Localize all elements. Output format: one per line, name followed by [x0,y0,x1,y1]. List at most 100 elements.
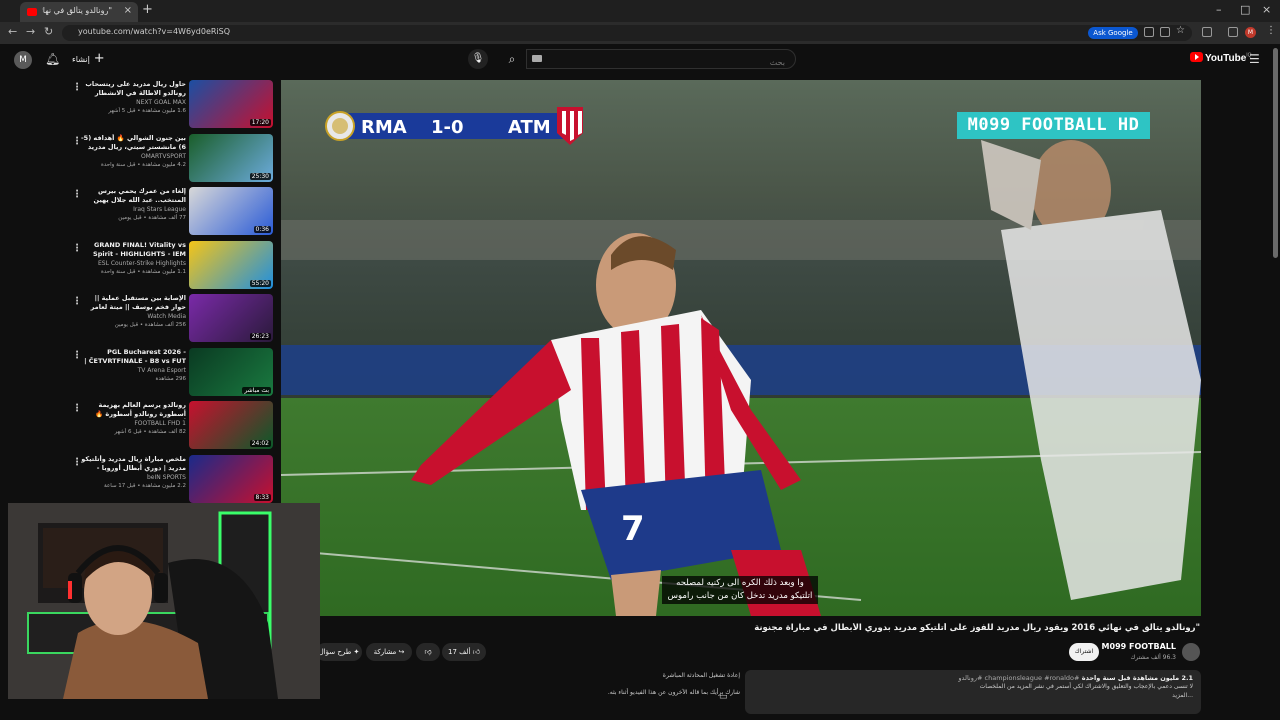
translate-icon[interactable] [1144,27,1154,37]
search-input[interactable] [527,53,795,72]
cast-icon[interactable] [1160,27,1170,37]
profile-avatar[interactable]: M [1245,27,1256,38]
keyboard-icon[interactable] [532,55,542,62]
home-team: RMA [361,117,407,138]
new-tab-icon[interactable]: + [142,2,153,17]
duration-badge: 0:36 [253,226,271,233]
recommendation-item[interactable]: ⋮ الإصابة بين مستقبل عملية || حوار فخم يو… [66,294,276,344]
recommendation-channel[interactable]: FOOTBALL FHD 1 [80,419,186,428]
recommendation-thumbnail[interactable]: 17:20 [189,80,273,128]
recommendation-item[interactable]: ⋮ بين جنون الشوالي 🔥 أهدافه (5-6) مانشستر… [66,133,276,184]
channel-avatar[interactable] [1182,643,1200,661]
youtube-favicon-icon [27,8,37,16]
share-icon: ↪ [398,648,405,656]
recommendation-meta: 77 ألف مشاهدة • قبل يومين [118,215,186,221]
recommendation-channel[interactable]: OMARTVSPORT [80,152,186,161]
recommendation-title[interactable]: رونالدو يرسم العالم بهزيمة أسطورة رونالد… [80,401,186,419]
recommendation-title[interactable]: GRAND FINAL! Vitality vs Spirit - HIGHLI… [80,241,186,259]
ask-label: طرح سؤال [318,648,352,656]
ask-google-button[interactable]: Ask Google [1088,27,1138,39]
youtube-logo[interactable]: YouTubeIQ [1190,52,1252,64]
recommendation-thumbnail[interactable]: بث مباشر [189,347,273,396]
recommendation-thumbnail[interactable]: 24:02 [189,401,273,449]
recommendation-item[interactable]: ⋮ GRAND FINAL! Vitality vs Spirit - HIGHL… [66,240,276,291]
recommendation-item[interactable]: ⋮ إلغاء من عمرك يحمي بيرس المنتخب.. عبد ا… [66,187,276,237]
hashtags[interactable]: #championsleague #ronaldo #رونالدو [958,674,1079,682]
ask-button[interactable]: طرح سؤال ✦ [316,643,362,661]
minimize-icon[interactable]: – [1216,3,1222,16]
bookmark-star-icon[interactable]: ☆ [1176,25,1185,36]
recommendation-meta: 1.1 مليون مشاهدة • قبل سنة واحدة [100,268,186,275]
reload-icon[interactable]: ↻ [44,25,53,38]
recommendation-item[interactable]: ⋮ رونالدو يرسم العالم بهزيمة أسطورة رونال… [66,401,276,451]
recommendation-channel[interactable]: TV Arena Esport [80,366,186,375]
chat-replay-header[interactable]: إعادة تشغيل المحادثة المباشرة [590,672,740,679]
recommendation-channel[interactable]: Watch Media [80,312,186,321]
description-stats: 2.1 مليون مشاهدة قبل سنة واحدة #champion… [753,674,1193,682]
duration-badge: 26:23 [249,333,271,340]
description-more[interactable]: ...المزيد [753,691,1193,700]
address-bar[interactable]: youtube.com/watch?v=4W6yd0eRiSQ [62,25,1192,41]
search-field[interactable] [526,49,796,72]
logo-text: YouTube [1205,53,1247,64]
like-button[interactable]: 17 ألف 👍︎ [442,643,486,661]
recommendation-channel[interactable]: beIN SPORTS [80,473,186,482]
video-title: "رونالدو يتألق في نهائي 2016 ويقود ريال … [754,623,1200,633]
sidepanel-icon[interactable] [1228,27,1238,37]
thumbs-up-icon: 👍︎ [472,648,481,656]
guide-menu-icon[interactable]: ☰ [1249,52,1260,66]
recommendation-title[interactable]: الإصابة بين مستقبل عملية || حوار فخم يوس… [80,294,186,312]
duration-badge: 25:30 [249,172,271,180]
recommendation-title[interactable]: ملخص مباراة ريال مدريد وأتلتيكو مدريد | … [80,455,186,473]
like-count: 17 ألف [447,648,471,656]
account-avatar[interactable]: M [14,51,32,69]
recommendation-thumbnail[interactable]: 55:20 [189,240,273,289]
subscriber-count: 96.3 ألف مشترك [1130,654,1176,661]
browser-menu-icon[interactable]: ⋮ [1266,25,1276,36]
maximize-icon[interactable]: □ [1240,3,1250,16]
recommendation-title[interactable]: PGL Bucharest 2026 - ČETVRTFINALE - B8 v… [80,348,186,366]
forward-icon[interactable]: → [26,25,35,38]
extensions-icon[interactable] [1202,27,1212,37]
recommendation-thumbnail[interactable]: 25:30 [189,133,273,182]
recommendation-item[interactable]: ⋮ PGL Bucharest 2026 - ČETVRTFINALE - B8 … [66,347,276,398]
recommendation-text: بين جنون الشوالي 🔥 أهدافه (5-6) مانشستر … [80,134,186,169]
recommendation-text: GRAND FINAL! Vitality vs Spirit - HIGHLI… [80,241,186,276]
subscribe-button[interactable]: اشتراك [1069,643,1099,661]
share-button[interactable]: مشاركة ↪ [366,643,412,661]
voice-search-mic-icon[interactable]: 🎙︎ [468,49,488,69]
recommendation-item[interactable]: ⋮ حاول ريال مدريد على ريتسحاب رونالدو الا… [66,80,276,130]
plus-icon: + [93,51,105,66]
jersey-number: 7 [621,509,645,549]
channel-name[interactable]: M099 FOOTBALL [1090,642,1176,651]
upload-date: قبل سنة واحدة [1081,674,1131,682]
away-team: ATM [508,117,551,138]
recommendation-item[interactable]: ⋮ ملخص مباراة ريال مدريد وأتلتيكو مدريد |… [66,454,276,505]
recommendation-title[interactable]: حاول ريال مدريد على ريتسحاب رونالدو الاط… [80,80,186,98]
video-player[interactable]: 7 [281,80,1201,616]
window-close-icon[interactable]: × [1262,3,1271,16]
tab-close-icon[interactable]: × [124,5,132,16]
recommendation-thumbnail[interactable]: 26:23 [189,294,273,342]
description-box[interactable]: 2.1 مليون مشاهدة قبل سنة واحدة #champion… [745,670,1201,714]
dislike-button[interactable]: 👎︎ [416,643,440,661]
recommendation-thumbnail[interactable]: 8:33 [189,454,273,503]
recommendation-channel[interactable]: NEXT GOAL MAX [80,98,186,107]
recommendation-title[interactable]: إلغاء من عمرك يحمي بيرس المنتخب.. عبد ال… [80,187,187,205]
create-button[interactable]: إنشاء + [72,51,105,66]
recommendation-thumbnail[interactable]: 0:36 [189,187,273,235]
browser-tab[interactable]: "رونالدو يتألق في نهائي 2016 × [20,2,138,22]
notifications-bell-icon[interactable]: 🔔︎ [45,52,60,66]
recommendation-channel[interactable]: ESL Counter-Strike Highlights [80,259,186,268]
recommendation-text: إلغاء من عمرك يحمي بيرس المنتخب.. عبد ال… [80,187,187,222]
page-scrollbar[interactable] [1273,48,1278,258]
recommendation-text: حاول ريال مدريد على ريتسحاب رونالدو الاط… [80,80,186,115]
recommendation-title[interactable]: بين جنون الشوالي 🔥 أهدافه (5-6) مانشستر … [80,134,186,152]
back-icon[interactable]: ← [8,25,17,38]
thumbs-down-icon: 👎︎ [424,648,432,656]
recommendation-meta: 82 ألف مشاهدة • قبل 6 أشهر [114,429,186,435]
recommendation-channel[interactable]: Iraq Stars League [80,205,186,214]
url-text: youtube.com/watch?v=4W6yd0eRiSQ [78,27,231,36]
browser-tab-strip: "رونالدو يتألق في نهائي 2016 × + – □ × [0,0,1280,22]
search-button[interactable]: ⌕ [498,49,526,69]
